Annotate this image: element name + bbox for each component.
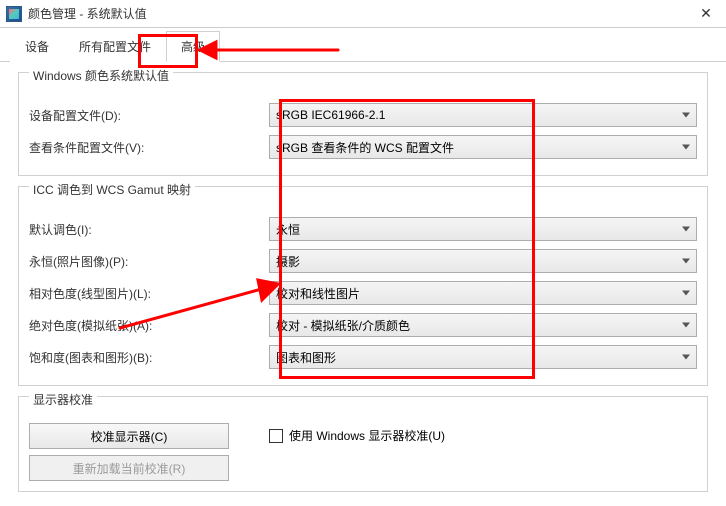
- use-windows-calibration-checkbox[interactable]: [269, 429, 283, 443]
- viewing-profile-value: sRGB 查看条件的 WCS 配置文件: [276, 139, 454, 156]
- titlebar: 颜色管理 - 系统默认值 ✕: [0, 0, 726, 28]
- tabstrip: 设备 所有配置文件 高级: [0, 32, 726, 62]
- viewing-profile-label: 查看条件配置文件(V):: [29, 139, 269, 156]
- group2-title: ICC 调色到 WCS Gamut 映射: [29, 181, 195, 198]
- perceptual-value: 摄影: [276, 253, 300, 270]
- chevron-down-icon: [682, 227, 690, 232]
- close-button[interactable]: ✕: [686, 0, 726, 27]
- group-icc-gamut: ICC 调色到 WCS Gamut 映射 默认调色(I): 永恒 永恒(照片图像…: [18, 186, 708, 386]
- relative-label: 相对色度(线型图片)(L):: [29, 285, 269, 302]
- saturation-label: 饱和度(图表和图形)(B):: [29, 349, 269, 366]
- chevron-down-icon: [682, 291, 690, 296]
- default-intent-label: 默认调色(I):: [29, 221, 269, 238]
- perceptual-combo[interactable]: 摄影: [269, 249, 697, 273]
- reload-calibration-button: 重新加载当前校准(R): [29, 455, 229, 481]
- tab-advanced[interactable]: 高级: [166, 31, 220, 62]
- chevron-down-icon: [682, 113, 690, 118]
- absolute-label: 绝对色度(模拟纸张)(A):: [29, 317, 269, 334]
- device-profile-combo[interactable]: sRGB IEC61966-2.1: [269, 103, 697, 127]
- chevron-down-icon: [682, 323, 690, 328]
- chevron-down-icon: [682, 259, 690, 264]
- calibrate-display-button[interactable]: 校准显示器(C): [29, 423, 229, 449]
- window-title: 颜色管理 - 系统默认值: [28, 5, 686, 22]
- perceptual-label: 永恒(照片图像)(P):: [29, 253, 269, 270]
- group3-title: 显示器校准: [29, 391, 97, 408]
- group-windows-color-defaults: Windows 颜色系统默认值 设备配置文件(D): sRGB IEC61966…: [18, 72, 708, 176]
- chevron-down-icon: [682, 355, 690, 360]
- absolute-value: 校对 - 模拟纸张/介质颜色: [276, 317, 410, 334]
- relative-combo[interactable]: 校对和线性图片: [269, 281, 697, 305]
- device-profile-value: sRGB IEC61966-2.1: [276, 108, 385, 122]
- device-profile-label: 设备配置文件(D):: [29, 107, 269, 124]
- absolute-combo[interactable]: 校对 - 模拟纸张/介质颜色: [269, 313, 697, 337]
- relative-value: 校对和线性图片: [276, 285, 360, 302]
- viewing-profile-combo[interactable]: sRGB 查看条件的 WCS 配置文件: [269, 135, 697, 159]
- default-intent-combo[interactable]: 永恒: [269, 217, 697, 241]
- saturation-combo[interactable]: 图表和图形: [269, 345, 697, 369]
- use-windows-calibration-label: 使用 Windows 显示器校准(U): [289, 427, 445, 444]
- group-display-calibration: 显示器校准 校准显示器(C) 重新加载当前校准(R) 使用 Windows 显示…: [18, 396, 708, 492]
- group1-title: Windows 颜色系统默认值: [29, 67, 173, 84]
- tab-device[interactable]: 设备: [10, 31, 64, 62]
- saturation-value: 图表和图形: [276, 349, 336, 366]
- app-icon: [6, 6, 22, 22]
- default-intent-value: 永恒: [276, 221, 300, 238]
- tab-all-profiles[interactable]: 所有配置文件: [64, 31, 166, 62]
- chevron-down-icon: [682, 145, 690, 150]
